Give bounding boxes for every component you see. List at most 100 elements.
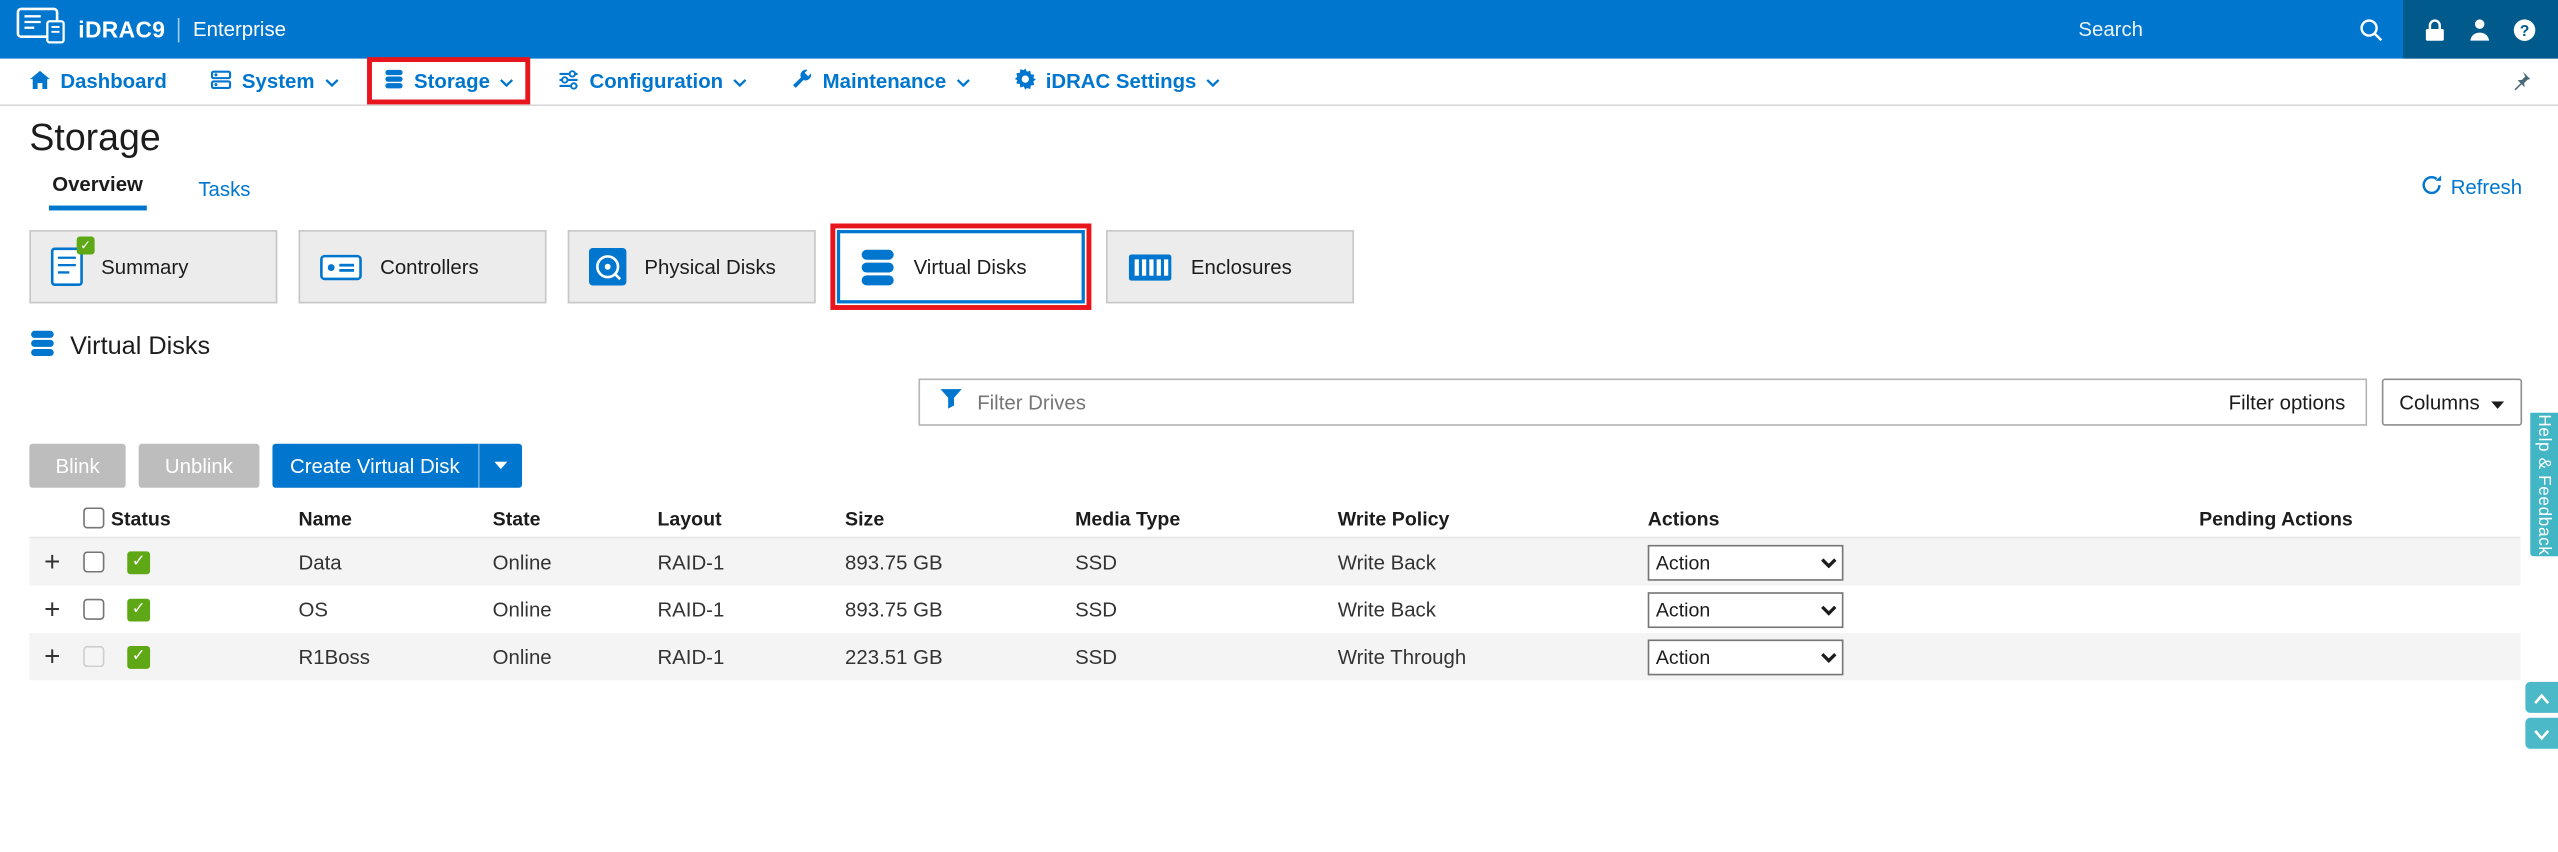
help-feedback-tab[interactable]: Help & Feedback [2530, 412, 2558, 557]
storage-tiles: ✓ Summary Controllers Physical Disks Vir… [29, 223, 2558, 310]
status-ok-icon: ✓ [127, 550, 151, 574]
col-header-actions: Actions [1647, 506, 1720, 530]
create-virtual-disk-label: Create Virtual Disk [290, 454, 460, 478]
tile-controllers[interactable]: Controllers [298, 230, 547, 304]
product-name: iDRAC9 [78, 16, 166, 43]
columns-dropdown-button[interactable]: Columns [2381, 378, 2523, 426]
chevron-up-icon [2534, 685, 2550, 709]
nav-item-storage[interactable]: Storage [366, 57, 531, 105]
expand-row-button[interactable]: + [44, 548, 60, 576]
nav-item-configuration[interactable]: Configuration [558, 69, 747, 93]
brand: iDRAC9 Enterprise [0, 6, 286, 53]
blink-button[interactable]: Blink [29, 443, 126, 488]
vd-layout: RAID-1 [657, 597, 725, 621]
select-all-checkbox[interactable] [82, 507, 104, 529]
chevron-down-icon [733, 70, 748, 93]
chevron-down-icon [2491, 391, 2505, 414]
scroll-down-button[interactable] [2525, 717, 2558, 749]
vd-media-type: SSD [1075, 597, 1118, 621]
summary-icon: ✓ [50, 236, 95, 287]
pin-icon[interactable] [2509, 70, 2532, 93]
nav-item-label: Maintenance [822, 70, 947, 93]
filter-box: Filter options [918, 378, 2367, 426]
nav-item-maintenance[interactable]: Maintenance [792, 69, 971, 95]
refresh-icon [2421, 175, 2442, 201]
header-search [2059, 0, 2403, 59]
nav-item-dashboard[interactable]: Dashboard [29, 69, 167, 93]
product-edition: Enterprise [193, 17, 287, 41]
vd-write-policy: Write Back [1337, 597, 1436, 621]
chevron-down-icon [2534, 721, 2550, 745]
tile-label: Controllers [380, 255, 479, 279]
scroll-up-button[interactable] [2525, 681, 2558, 713]
summary-ok-badge-icon: ✓ [76, 236, 95, 255]
vd-name: Data [298, 550, 342, 574]
help-icon[interactable]: ? [2512, 17, 2536, 41]
header-icon-bar: ? [2403, 0, 2558, 59]
nav-item-label: Dashboard [60, 70, 167, 93]
virtual-disks-icon [860, 247, 896, 286]
search-input[interactable] [2078, 17, 2346, 41]
wrench-icon [792, 69, 813, 95]
tile-label: Physical Disks [644, 255, 776, 279]
tab-overview[interactable]: Overview [48, 163, 147, 211]
row-checkbox[interactable] [82, 598, 104, 620]
col-header-media-type: Media Type [1075, 506, 1181, 530]
search-icon[interactable] [2359, 17, 2383, 41]
row-checkbox[interactable] [82, 551, 104, 573]
col-header-name: Name [298, 506, 352, 530]
unblink-button[interactable]: Unblink [138, 443, 260, 488]
col-header-size: Size [845, 506, 885, 530]
gear-icon [1014, 68, 1036, 95]
expand-row-button[interactable]: + [44, 643, 60, 671]
table-header-row: Status Name State Layout Size Media Type… [29, 499, 2521, 539]
vd-write-policy: Write Back [1337, 550, 1436, 574]
idrac-window: iDRAC9 Enterprise ? Dashboard [0, 0, 2558, 852]
expand-row-button[interactable]: + [44, 595, 60, 623]
vd-layout: RAID-1 [657, 550, 725, 574]
tile-enclosures[interactable]: Enclosures [1106, 230, 1355, 304]
page-title: Storage [29, 115, 161, 159]
row-action-select[interactable]: Action [1647, 638, 1844, 675]
nav-item-label: System [241, 70, 315, 93]
nav-item-idrac-settings[interactable]: iDRAC Settings [1014, 68, 1221, 95]
tab-tasks[interactable]: Tasks [195, 168, 254, 210]
vd-name: R1Boss [298, 645, 370, 669]
vd-size: 223.51 GB [845, 645, 943, 669]
storage-icon [383, 69, 404, 95]
page-scroll-buttons [2525, 681, 2558, 749]
tile-virtual-disks[interactable]: Virtual Disks [830, 223, 1092, 310]
col-header-status: Status [110, 506, 171, 530]
col-header-state: State [492, 506, 541, 530]
nav-item-label: Configuration [589, 70, 724, 93]
vd-media-type: SSD [1075, 550, 1118, 574]
tile-summary[interactable]: ✓ Summary [29, 230, 278, 304]
tabs-row: Overview Tasks Refresh [29, 163, 2558, 211]
virtual-disks-section-header: Virtual Disks [29, 330, 2558, 366]
user-icon[interactable] [2467, 18, 2490, 41]
create-virtual-disk-button[interactable]: Create Virtual Disk [272, 443, 522, 488]
vd-size: 893.75 GB [845, 597, 943, 621]
virtual-disks-table: Status Name State Layout Size Media Type… [29, 499, 2521, 681]
filter-drives-input[interactable] [977, 390, 2214, 414]
row-action-select[interactable]: Action [1647, 591, 1844, 628]
main-content: Storage Overview Tasks Refresh ✓ Summary [0, 115, 2558, 681]
row-action-select[interactable]: Action [1647, 544, 1844, 580]
sliders-icon [558, 69, 579, 93]
app-header: iDRAC9 Enterprise ? [0, 0, 2558, 59]
lock-icon[interactable] [2425, 17, 2446, 41]
filter-funnel-icon [940, 387, 963, 416]
tile-physical-disks[interactable]: Physical Disks [567, 230, 816, 304]
tile-label: Summary [101, 255, 189, 279]
chevron-down-icon [324, 70, 339, 93]
main-nav: Dashboard System Storage Configuration M… [0, 57, 2558, 107]
refresh-link[interactable]: Refresh [2421, 175, 2522, 211]
vd-size: 893.75 GB [845, 550, 943, 574]
nav-item-system[interactable]: System [211, 69, 339, 93]
vd-state: Online [492, 597, 552, 621]
chevron-down-icon [477, 443, 522, 488]
vd-write-policy: Write Through [1337, 645, 1467, 669]
filter-options-link[interactable]: Filter options [2229, 391, 2346, 414]
vd-layout: RAID-1 [657, 645, 725, 669]
col-header-write-policy: Write Policy [1337, 506, 1450, 530]
